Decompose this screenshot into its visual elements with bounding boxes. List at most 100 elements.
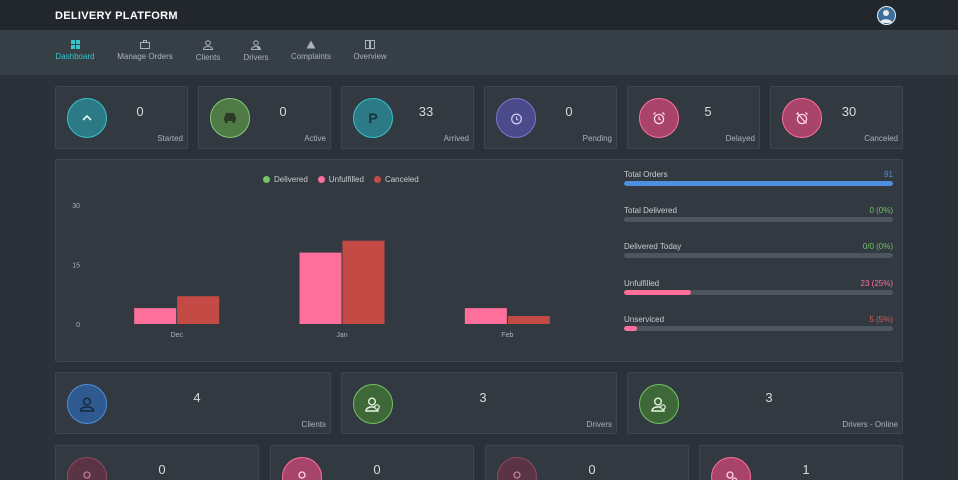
stat-value: 3: [765, 390, 773, 405]
chevron-up-icon: [67, 98, 107, 138]
nav-label: Drivers: [243, 53, 269, 62]
stat-card-canceled: 30 Canceled: [770, 86, 903, 149]
nav-manage-orders[interactable]: Manage Orders: [117, 40, 173, 61]
driver-icon: [639, 384, 679, 424]
stat-value: 0: [158, 462, 166, 477]
legend-dot: [373, 176, 381, 183]
user-icon: [497, 457, 537, 480]
x-tick-label: Dec: [170, 332, 183, 339]
metric-progress-fill: [624, 181, 893, 186]
stat-label: Arrived: [443, 134, 469, 143]
bottom-card-2: 0: [270, 445, 474, 480]
briefcase-icon: [140, 40, 150, 49]
stat-value: 33: [418, 104, 434, 119]
bottom-card-4: 1: [699, 445, 903, 480]
x-tick-label: Jan: [336, 332, 347, 339]
metric-progress-track: [624, 181, 893, 186]
orders-bar-chart: 30 15 0 Dec Jan Feb: [72, 203, 550, 339]
car-icon: [210, 98, 250, 138]
metric-progress-fill: [624, 290, 692, 295]
stat-label: Drivers: [586, 420, 612, 429]
user-icon: [67, 457, 107, 480]
metric-value: 0/0 (0%): [862, 242, 893, 251]
nav-drivers[interactable]: Drivers: [241, 40, 271, 62]
stat-value: 5: [704, 104, 712, 119]
driver-icon: [353, 384, 393, 424]
user-icon: [203, 40, 213, 50]
chart-legend: Delivered Unfulfilled Canceled: [263, 175, 419, 184]
clock-icon: [496, 98, 536, 138]
book-icon: [365, 40, 375, 49]
stat-value: 3: [479, 390, 487, 405]
nav-label: Complaints: [290, 52, 331, 61]
stat-label: Clients: [301, 420, 326, 429]
alarm-off-icon: [782, 98, 822, 138]
user-icon: [67, 384, 107, 424]
alarm-icon: [639, 98, 679, 138]
stat-label: Delayed: [725, 134, 755, 143]
metric-label: Unserviced: [624, 315, 665, 324]
nav-clients[interactable]: Clients: [193, 40, 223, 62]
stat-value: 0: [588, 462, 596, 477]
stat-label: Active: [304, 134, 326, 143]
metric-progress-track: [624, 290, 893, 295]
stat-value: 4: [193, 390, 201, 405]
legend-dot: [263, 176, 270, 183]
legend-item-canceled[interactable]: Canceled: [373, 175, 419, 184]
people-card-clients: 4 Clients: [55, 372, 331, 434]
nav-overview[interactable]: Overview: [353, 40, 387, 61]
legend-label: Unfulfilled: [328, 175, 364, 184]
nav-label: Dashboard: [55, 52, 95, 61]
warning-icon: [306, 40, 316, 49]
stat-card-active: 0 Active: [198, 86, 331, 149]
metric-value: 23 (25%): [860, 279, 893, 288]
metric-label: Total Orders: [624, 170, 668, 179]
stat-card-pending: 0 Pending: [484, 86, 617, 149]
driver-icon: [711, 457, 751, 480]
y-tick-label: 30: [72, 203, 80, 210]
stat-label: Canceled: [864, 134, 898, 143]
bar-unfulfilled-dec[interactable]: [134, 308, 177, 324]
stat-value: 0: [136, 104, 144, 119]
main-nav: Dashboard Manage Orders Clients Drivers …: [0, 31, 958, 75]
user-icon: [282, 457, 322, 480]
legend-label: Delivered: [274, 175, 308, 184]
legend-item-delivered[interactable]: Delivered: [263, 175, 308, 184]
bar-canceled-feb[interactable]: [507, 316, 550, 324]
y-tick-label: 15: [72, 263, 80, 270]
nav-dashboard[interactable]: Dashboard: [55, 40, 95, 61]
stat-value: 0: [565, 104, 573, 119]
stat-card-delayed: 5 Delayed: [627, 86, 760, 149]
stat-label: Pending: [582, 134, 612, 143]
metric-value: 91: [884, 170, 893, 179]
bar-unfulfilled-feb[interactable]: [464, 308, 507, 324]
stat-label: Drivers - Online: [842, 420, 898, 429]
bar-unfulfilled-jan[interactable]: [299, 252, 342, 324]
metric-value: 5 (5%): [869, 315, 893, 324]
bottom-card-1: 0: [55, 445, 259, 480]
legend-label: Canceled: [384, 175, 419, 184]
nav-complaints[interactable]: Complaints: [290, 40, 332, 61]
bottom-card-3: 0: [485, 445, 689, 480]
nav-label: Overview: [353, 52, 387, 61]
bar-canceled-jan[interactable]: [342, 240, 385, 324]
people-card-drivers: 3 Drivers: [341, 372, 617, 434]
metric-progress-fill: [624, 326, 638, 331]
stat-card-started: 0 Started: [55, 86, 188, 149]
stat-value: 0: [373, 462, 381, 477]
legend-dot: [317, 176, 325, 183]
legend-item-unfulfilled[interactable]: Unfulfilled: [317, 175, 364, 184]
top-bar: DELIVERY PLATFORM: [0, 0, 958, 31]
stat-label: Started: [157, 134, 183, 143]
user-avatar-icon[interactable]: [877, 6, 896, 25]
app-title: DELIVERY PLATFORM: [55, 10, 178, 22]
metric-progress-track: [624, 253, 893, 258]
bar-canceled-dec[interactable]: [177, 296, 220, 324]
metric-label: Delivered Today: [624, 242, 682, 251]
stat-value: 0: [279, 104, 287, 119]
stat-card-arrived: P 33 Arrived: [341, 86, 474, 149]
driver-icon: [251, 40, 261, 50]
people-card-drivers-online: 3 Drivers - Online: [627, 372, 903, 434]
stat-value: 1: [802, 462, 810, 477]
metric-label: Unfulfilled: [624, 279, 660, 288]
